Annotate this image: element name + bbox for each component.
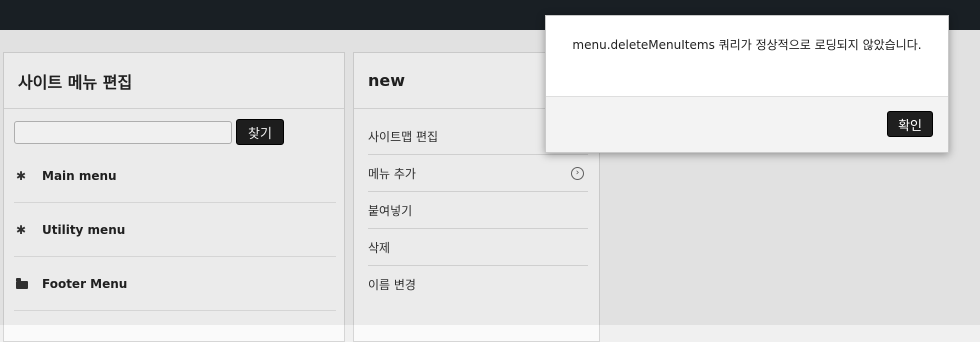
alert-footer: 확인 [546,96,948,152]
alert-message: menu.deleteMenuItems 쿼리가 정상적으로 로딩되지 않았습니… [572,38,922,52]
alert-dialog: menu.deleteMenuItems 쿼리가 정상적으로 로딩되지 않았습니… [545,15,949,153]
confirm-button[interactable]: 확인 [887,111,933,137]
